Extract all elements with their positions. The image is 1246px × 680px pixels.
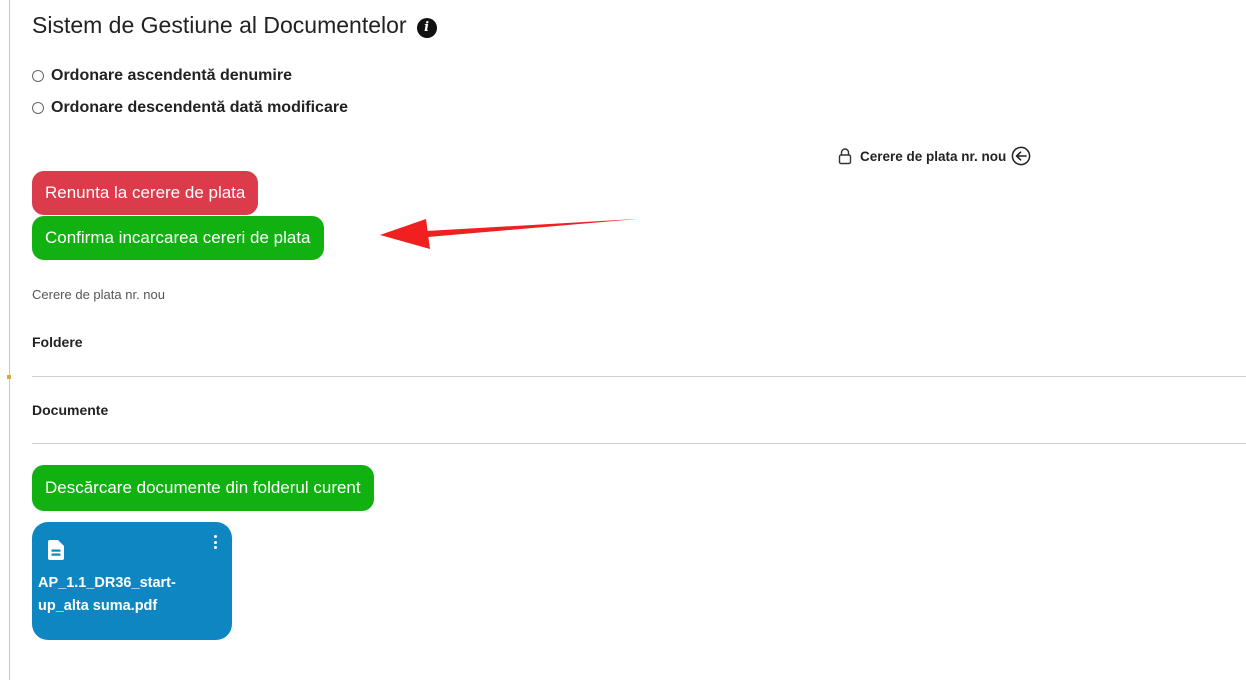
left-border	[9, 0, 10, 680]
cancel-payment-request-button[interactable]: Renunta la cerere de plata	[32, 171, 259, 215]
documents-heading: Documente	[32, 402, 109, 418]
sort-option-ascending-name[interactable]: Ordonare ascendentă denumire	[32, 67, 292, 85]
left-border-mark	[7, 375, 11, 379]
file-name: AP_1.1_DR36_start-up_alta suma.pdf	[38, 575, 176, 614]
confirm-payment-request-upload-button[interactable]: Confirma incarcarea cereri de plata	[32, 216, 324, 260]
folders-heading: Foldere	[32, 334, 83, 350]
file-tile[interactable]: AP_1.1_DR36_start-up_alta suma.pdf	[32, 522, 232, 640]
current-request-label: Cerere de plata nr. nou	[860, 148, 1007, 164]
back-arrow-icon[interactable]	[1011, 146, 1031, 166]
download-current-folder-button[interactable]: Descărcare documente din folderul curent	[32, 465, 374, 511]
page: Sistem de Gestiune al Documentelor i Ord…	[0, 0, 1246, 680]
sort-option-label: Ordonare ascendentă denumire	[51, 67, 292, 84]
current-request-indicator: Cerere de plata nr. nou	[838, 146, 1031, 166]
page-title: Sistem de Gestiune al Documentelor	[32, 12, 407, 38]
sort-option-label: Ordonare descendentă dată modificare	[51, 99, 348, 116]
radio-button[interactable]	[32, 102, 44, 114]
current-request-caption: Cerere de plata nr. nou	[32, 287, 165, 302]
lock-icon	[838, 148, 852, 165]
divider	[32, 443, 1246, 444]
divider	[32, 376, 1246, 377]
info-icon[interactable]: i	[416, 17, 437, 38]
header: Sistem de Gestiune al Documentelor i	[32, 12, 437, 39]
more-options-icon[interactable]	[214, 535, 218, 549]
radio-button[interactable]	[32, 70, 44, 82]
document-icon	[48, 540, 64, 560]
sort-option-descending-date[interactable]: Ordonare descendentă dată modificare	[32, 99, 348, 117]
annotation-arrow-icon	[380, 219, 637, 249]
